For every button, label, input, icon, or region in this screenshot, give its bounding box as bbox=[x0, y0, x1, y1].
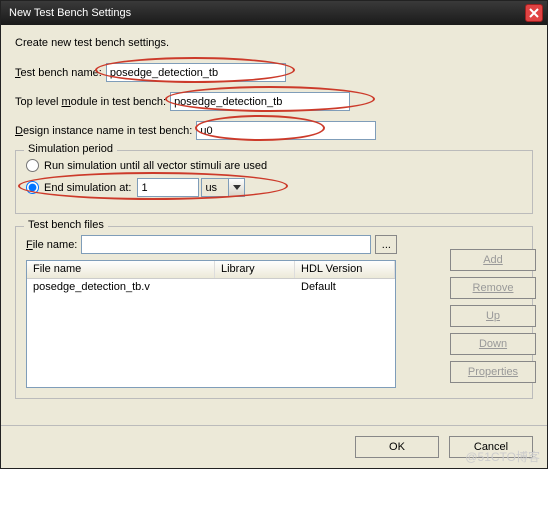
cell-hdl: Default bbox=[301, 281, 389, 293]
runall-radio[interactable] bbox=[26, 159, 39, 172]
unit-value: us bbox=[205, 182, 217, 194]
topmod-label: Top level module in test bench: bbox=[15, 96, 166, 108]
browse-button[interactable]: ... bbox=[375, 235, 397, 254]
ok-button[interactable]: OK bbox=[355, 436, 439, 458]
window-title: New Test Bench Settings bbox=[9, 7, 131, 19]
properties-button[interactable]: Properties bbox=[450, 361, 536, 383]
unit-select[interactable]: us bbox=[201, 178, 245, 197]
down-button[interactable]: Down bbox=[450, 333, 536, 355]
file-listview[interactable]: File name Library HDL Version posedge_de… bbox=[26, 260, 396, 388]
cell-filename: posedge_detection_tb.v bbox=[33, 281, 221, 293]
runall-label: Run simulation until all vector stimuli … bbox=[44, 160, 267, 172]
sim-legend: Simulation period bbox=[24, 143, 117, 155]
filename-input[interactable] bbox=[81, 235, 371, 254]
filename-label: File name: bbox=[26, 239, 77, 251]
dialog-window: New Test Bench Settings Create new test … bbox=[0, 0, 548, 469]
tbname-label: Test bench name: bbox=[15, 67, 102, 79]
remove-button[interactable]: Remove bbox=[450, 277, 536, 299]
col-hdlversion[interactable]: HDL Version bbox=[295, 261, 395, 278]
close-icon bbox=[529, 8, 539, 18]
watermark-text: @51CTO博客 bbox=[465, 448, 540, 465]
files-legend: Test bench files bbox=[24, 219, 108, 231]
endat-label: End simulation at: bbox=[44, 182, 131, 194]
chevron-down-icon bbox=[228, 179, 244, 196]
table-row[interactable]: posedge_detection_tb.v Default bbox=[27, 279, 395, 295]
close-button[interactable] bbox=[525, 4, 543, 22]
simulation-period-group: Simulation period Run simulation until a… bbox=[15, 150, 533, 214]
testbench-files-group: Test bench files File name: ... File nam… bbox=[15, 226, 533, 399]
add-button[interactable]: Add bbox=[450, 249, 536, 271]
listview-header: File name Library HDL Version bbox=[27, 261, 395, 279]
up-button[interactable]: Up bbox=[450, 305, 536, 327]
design-input[interactable] bbox=[196, 121, 376, 140]
cell-library bbox=[221, 281, 301, 293]
endat-input[interactable] bbox=[137, 178, 199, 197]
description-text: Create new test bench settings. bbox=[15, 37, 533, 49]
topmod-input[interactable] bbox=[170, 92, 350, 111]
col-library[interactable]: Library bbox=[215, 261, 295, 278]
design-label: Design instance name in test bench: bbox=[15, 125, 192, 137]
tbname-input[interactable] bbox=[106, 63, 286, 82]
col-filename[interactable]: File name bbox=[27, 261, 215, 278]
titlebar: New Test Bench Settings bbox=[1, 1, 547, 25]
endat-radio[interactable] bbox=[26, 181, 39, 194]
